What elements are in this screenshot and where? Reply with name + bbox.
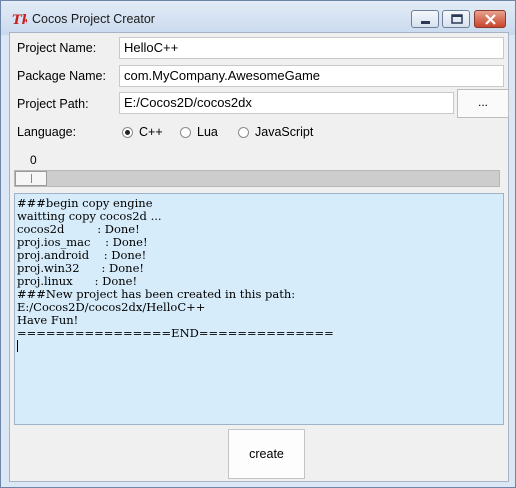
language-label: Language: <box>17 125 77 139</box>
tk-feather-icon: Tk <box>11 11 31 28</box>
project-path-label: Project Path: <box>17 97 89 111</box>
language-option-label: JavaScript <box>255 125 314 139</box>
close-icon <box>485 14 496 25</box>
minimize-icon <box>421 21 430 24</box>
project-path-input[interactable]: E:/Cocos2D/cocos2dx <box>119 92 454 114</box>
progress-slider-trough[interactable] <box>14 170 500 187</box>
maximize-button[interactable] <box>442 10 470 28</box>
project-name-input[interactable]: HelloC++ <box>119 37 504 59</box>
progress-scale-value: 0 <box>30 153 37 167</box>
console-line: E:/Cocos2D/cocos2dx/HelloC++ <box>17 300 206 314</box>
language-option-cpp[interactable]: C++ <box>122 125 172 141</box>
language-option-label: Lua <box>197 125 218 139</box>
language-radio-group: C++ Lua JavaScript <box>122 125 422 141</box>
radio-circle <box>180 127 191 138</box>
package-name-label: Package Name: <box>17 69 106 83</box>
text-cursor <box>17 340 18 352</box>
window-title: Cocos Project Creator <box>32 12 155 26</box>
radio-selected-dot <box>125 130 130 135</box>
package-name-input[interactable]: com.MyCompany.AwesomeGame <box>119 65 504 87</box>
maximize-icon <box>451 14 463 24</box>
language-option-javascript[interactable]: JavaScript <box>238 125 328 141</box>
create-button[interactable]: create <box>228 429 305 479</box>
slider-grip-icon <box>31 174 32 183</box>
project-name-label: Project Name: <box>17 41 97 55</box>
main-panel: Project Name: HelloC++ Package Name: com… <box>9 32 509 482</box>
browse-button[interactable]: ... <box>457 89 509 118</box>
language-option-label: C++ <box>139 125 163 139</box>
output-console[interactable]: ###begin copy engine waitting copy cocos2… <box>14 193 504 425</box>
close-button[interactable] <box>474 10 506 28</box>
svg-text:Tk: Tk <box>12 13 27 27</box>
title-bar[interactable]: Tk Cocos Project Creator <box>1 1 515 35</box>
radio-circle <box>238 127 249 138</box>
console-line: ================END============== <box>17 326 334 340</box>
language-option-lua[interactable]: Lua <box>180 125 230 141</box>
console-lines: ###begin copy engine waitting copy cocos2… <box>17 197 501 340</box>
minimize-button[interactable] <box>411 10 439 28</box>
app-window: Tk Cocos Project Creator Project Name: H… <box>0 0 516 488</box>
progress-slider-handle[interactable] <box>15 171 47 186</box>
